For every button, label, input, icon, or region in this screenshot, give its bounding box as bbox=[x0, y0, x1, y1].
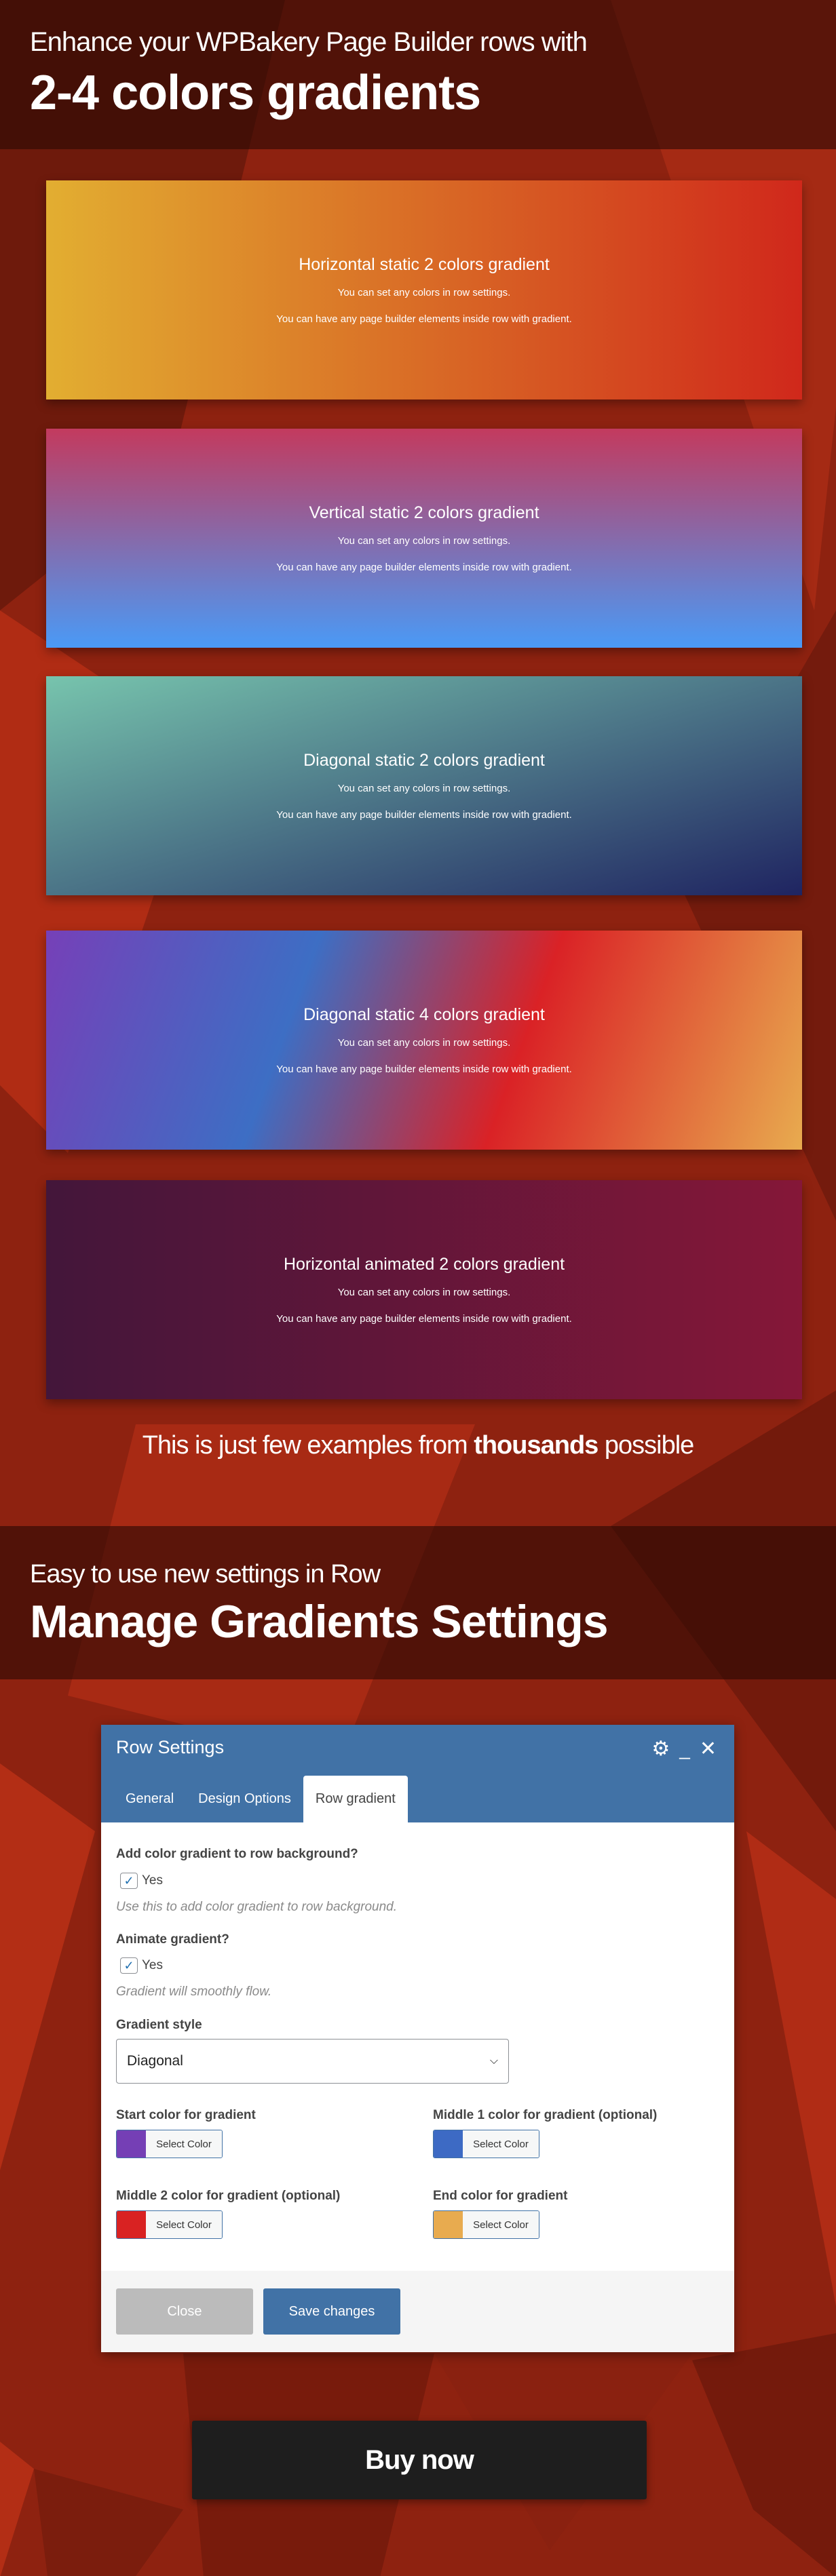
color-swatch[interactable] bbox=[434, 2130, 463, 2158]
settings-title: Manage Gradients Settings bbox=[30, 1596, 609, 1647]
chevron-down-icon: ⌵ bbox=[489, 2055, 498, 2067]
end-color-label: End color for gradient bbox=[433, 2189, 568, 2203]
card-text: You can have any page builder elements i… bbox=[276, 1313, 572, 1325]
middle1-color-picker[interactable]: Select Color bbox=[433, 2130, 539, 2158]
close-icon[interactable]: ✕ bbox=[700, 1737, 717, 1761]
dialog-header: Row Settings ⚙ _ ✕ General Design Option… bbox=[101, 1725, 734, 1822]
card-title: Horizontal static 2 colors gradient bbox=[299, 255, 550, 274]
select-color-button[interactable]: Select Color bbox=[146, 2130, 222, 2158]
gradient-card-horizontal: Horizontal static 2 colors gradient You … bbox=[46, 180, 802, 399]
add-gradient-label: Add color gradient to row background? bbox=[116, 1847, 358, 1861]
caption-text: possible bbox=[598, 1431, 694, 1460]
hero-banner: Enhance your WPBakery Page Builder rows … bbox=[0, 0, 836, 149]
add-gradient-help: Use this to add color gradient to row ba… bbox=[116, 1900, 398, 1914]
gradient-card-animated: Horizontal animated 2 colors gradient Yo… bbox=[46, 1180, 802, 1399]
hero-title: 2-4 colors gradients bbox=[30, 66, 481, 120]
checkbox-label: Yes bbox=[142, 1958, 163, 1972]
start-color-picker[interactable]: Select Color bbox=[116, 2130, 223, 2158]
animate-checkbox[interactable]: ✓ Yes bbox=[120, 1957, 163, 1974]
settings-banner: Easy to use new settings in Row Manage G… bbox=[0, 1526, 836, 1679]
animate-help: Gradient will smoothly flow. bbox=[116, 1985, 272, 1999]
close-button[interactable]: Close bbox=[116, 2288, 253, 2335]
color-swatch[interactable] bbox=[434, 2211, 463, 2238]
card-title: Horizontal animated 2 colors gradient bbox=[283, 1255, 565, 1274]
settings-subtitle: Easy to use new settings in Row bbox=[30, 1560, 381, 1588]
card-text: You can have any page builder elements i… bbox=[276, 1063, 572, 1075]
select-color-button[interactable]: Select Color bbox=[146, 2211, 222, 2238]
select-color-button[interactable]: Select Color bbox=[463, 2130, 539, 2158]
save-changes-button[interactable]: Save changes bbox=[263, 2288, 400, 2335]
checkmark-icon[interactable]: ✓ bbox=[120, 1873, 138, 1889]
checkbox-label: Yes bbox=[142, 1873, 163, 1888]
card-text: You can set any colors in row settings. bbox=[337, 1037, 511, 1049]
hero-subtitle: Enhance your WPBakery Page Builder rows … bbox=[30, 27, 588, 57]
gradient-card-vertical: Vertical static 2 colors gradient You ca… bbox=[46, 429, 802, 648]
color-swatch[interactable] bbox=[117, 2130, 146, 2158]
card-title: Diagonal static 4 colors gradient bbox=[303, 1005, 545, 1024]
select-color-button[interactable]: Select Color bbox=[463, 2211, 539, 2238]
gear-icon[interactable]: ⚙ bbox=[651, 1737, 670, 1761]
checkmark-icon[interactable]: ✓ bbox=[120, 1957, 138, 1974]
minimize-icon[interactable]: _ bbox=[679, 1738, 690, 1760]
examples-caption: This is just few examples from thousands… bbox=[0, 1431, 836, 1460]
select-value: Diagonal bbox=[127, 2053, 183, 2069]
animate-label: Animate gradient? bbox=[116, 1932, 229, 1947]
middle2-color-picker[interactable]: Select Color bbox=[116, 2210, 223, 2239]
tab-general[interactable]: General bbox=[113, 1776, 186, 1822]
gradient-card-diagonal: Diagonal static 2 colors gradient You ca… bbox=[46, 676, 802, 895]
row-settings-dialog: Row Settings ⚙ _ ✕ General Design Option… bbox=[101, 1725, 734, 2352]
dialog-title: Row Settings bbox=[116, 1737, 225, 1757]
middle1-color-label: Middle 1 color for gradient (optional) bbox=[433, 2108, 658, 2122]
caption-text: This is just few examples from bbox=[142, 1431, 474, 1460]
end-color-picker[interactable]: Select Color bbox=[433, 2210, 539, 2239]
tab-row-gradient[interactable]: Row gradient bbox=[303, 1776, 408, 1822]
gradient-style-label: Gradient style bbox=[116, 2018, 202, 2032]
tab-design-options[interactable]: Design Options bbox=[186, 1776, 303, 1822]
card-text: You can set any colors in row settings. bbox=[337, 783, 511, 794]
gradient-style-select[interactable]: Diagonal ⌵ bbox=[116, 2039, 509, 2084]
color-swatch[interactable] bbox=[117, 2211, 146, 2238]
middle2-color-label: Middle 2 color for gradient (optional) bbox=[116, 2189, 341, 2203]
buy-now-button[interactable]: Buy now bbox=[192, 2421, 647, 2499]
card-title: Vertical static 2 colors gradient bbox=[309, 503, 539, 522]
card-text: You can have any page builder elements i… bbox=[276, 313, 572, 325]
start-color-label: Start color for gradient bbox=[116, 2108, 256, 2122]
card-text: You can set any colors in row settings. bbox=[337, 535, 511, 547]
add-gradient-checkbox[interactable]: ✓ Yes bbox=[120, 1873, 163, 1889]
card-text: You can have any page builder elements i… bbox=[276, 809, 572, 821]
caption-bold: thousands bbox=[474, 1431, 598, 1460]
card-text: You can have any page builder elements i… bbox=[276, 562, 572, 573]
dialog-footer: Close Save changes bbox=[101, 2271, 734, 2352]
card-text: You can set any colors in row settings. bbox=[337, 1287, 511, 1298]
card-text: You can set any colors in row settings. bbox=[337, 287, 511, 298]
card-title: Diagonal static 2 colors gradient bbox=[303, 751, 545, 770]
gradient-card-diagonal-4: Diagonal static 4 colors gradient You ca… bbox=[46, 931, 802, 1150]
